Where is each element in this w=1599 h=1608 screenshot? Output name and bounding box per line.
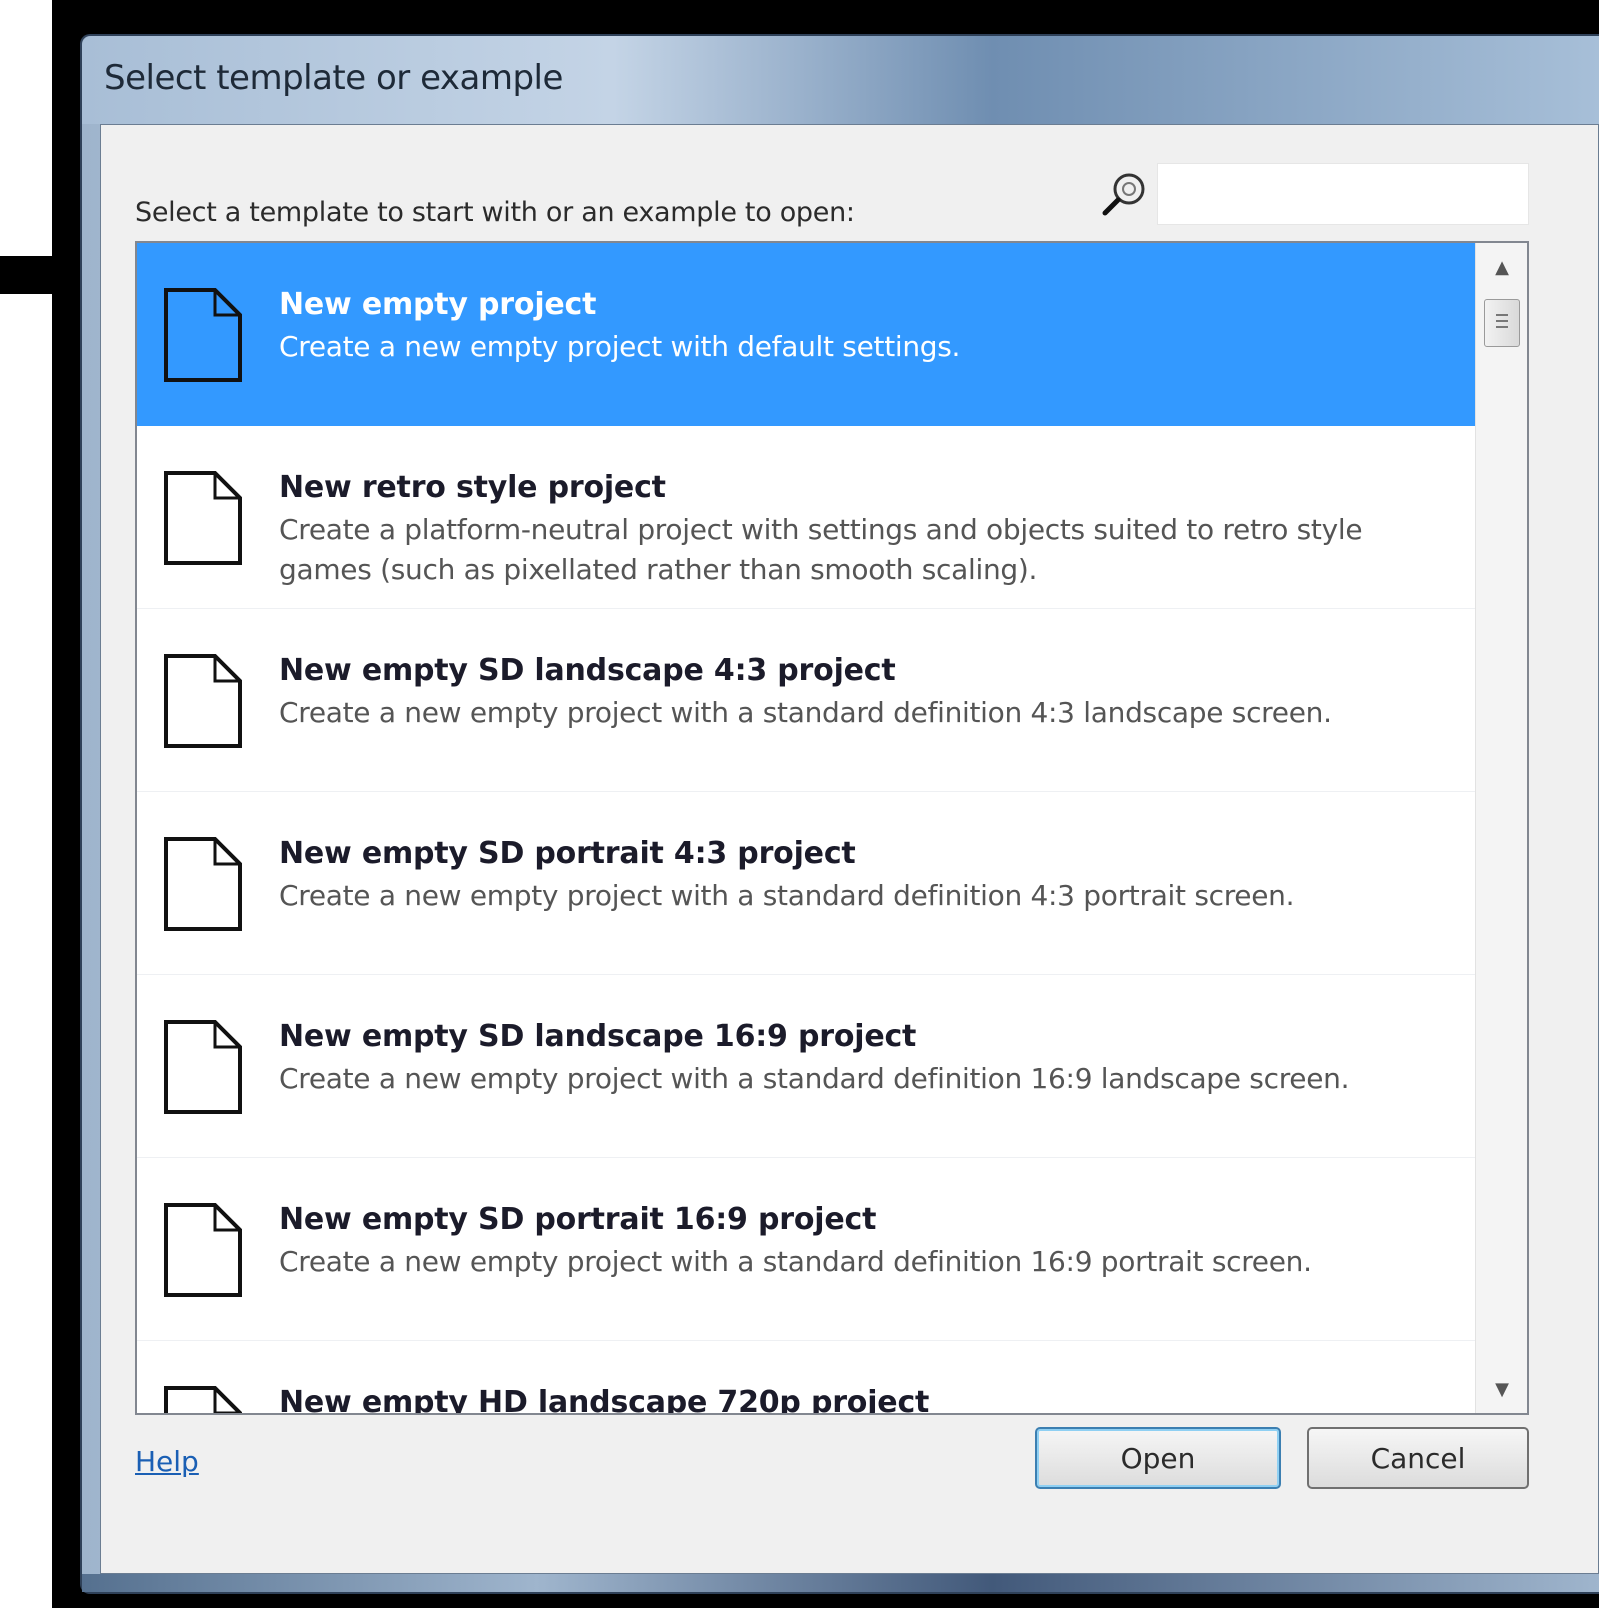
search-icon xyxy=(1102,173,1145,216)
background-divider xyxy=(0,256,60,294)
document-icon xyxy=(164,1020,242,1114)
item-description: Create a new empty project with a standa… xyxy=(279,879,1295,912)
document-icon xyxy=(164,471,242,565)
list-item[interactable]: New empty SD portrait 4:3 project Create … xyxy=(137,792,1475,975)
list-item[interactable]: New empty SD landscape 4:3 project Create… xyxy=(137,609,1475,792)
item-title: New empty SD landscape 4:3 project xyxy=(279,653,896,688)
list-item[interactable]: New empty SD landscape 16:9 project Creat… xyxy=(137,975,1475,1158)
dialog-title: Select template or example xyxy=(104,58,563,98)
help-link[interactable]: Help xyxy=(135,1445,199,1478)
list-item[interactable]: New retro style project Create a platform… xyxy=(137,426,1475,609)
item-description: Create a new empty project with a standa… xyxy=(279,696,1332,729)
background-divider xyxy=(426,0,454,12)
item-title: New empty HD landscape 720p project xyxy=(279,1385,930,1413)
document-icon xyxy=(164,654,242,748)
item-description: Create a platform-neutral project with s… xyxy=(279,513,1363,586)
list-item[interactable]: New empty project Create a new empty proj… xyxy=(137,243,1475,426)
document-icon xyxy=(164,288,242,382)
title-bar[interactable]: Select template or example xyxy=(82,36,1599,124)
grip-icon xyxy=(1496,314,1508,316)
item-description: Create a new empty project with default … xyxy=(279,330,961,363)
document-icon xyxy=(164,1203,242,1297)
search-input[interactable] xyxy=(1157,163,1529,225)
item-description: Create a new empty project with a standa… xyxy=(279,1062,1350,1095)
cancel-button[interactable]: Cancel xyxy=(1307,1427,1529,1489)
open-button[interactable]: Open xyxy=(1035,1427,1281,1489)
vertical-scrollbar[interactable]: ▲ ▼ xyxy=(1475,243,1527,1413)
template-list[interactable]: New empty project Create a new empty proj… xyxy=(135,241,1529,1415)
item-title: New empty project xyxy=(279,287,597,322)
background-app-panel xyxy=(0,0,60,256)
template-dialog: Select template or example Select a temp… xyxy=(80,34,1599,1594)
item-description: Create a new empty project with a standa… xyxy=(279,1245,1312,1278)
dialog-body: Select a template to start with or an ex… xyxy=(100,124,1599,1574)
item-title: New retro style project xyxy=(279,470,666,505)
arrow-up-icon[interactable]: ▲ xyxy=(1476,243,1527,291)
scrollbar-thumb[interactable] xyxy=(1484,299,1520,347)
document-icon xyxy=(164,1386,242,1413)
item-title: New empty SD portrait 4:3 project xyxy=(279,836,856,871)
template-list-viewport: New empty project Create a new empty proj… xyxy=(137,243,1475,1413)
document-icon xyxy=(164,837,242,931)
list-item[interactable]: New empty SD portrait 16:9 project Create… xyxy=(137,1158,1475,1341)
arrow-down-icon[interactable]: ▼ xyxy=(1476,1365,1527,1413)
window-frame-bottom xyxy=(82,1574,1599,1592)
item-title: New empty SD portrait 16:9 project xyxy=(279,1202,877,1237)
item-title: New empty SD landscape 16:9 project xyxy=(279,1019,917,1054)
list-item[interactable]: New empty HD landscape 720p project xyxy=(137,1341,1475,1413)
instruction-label: Select a template to start with or an ex… xyxy=(135,197,855,228)
